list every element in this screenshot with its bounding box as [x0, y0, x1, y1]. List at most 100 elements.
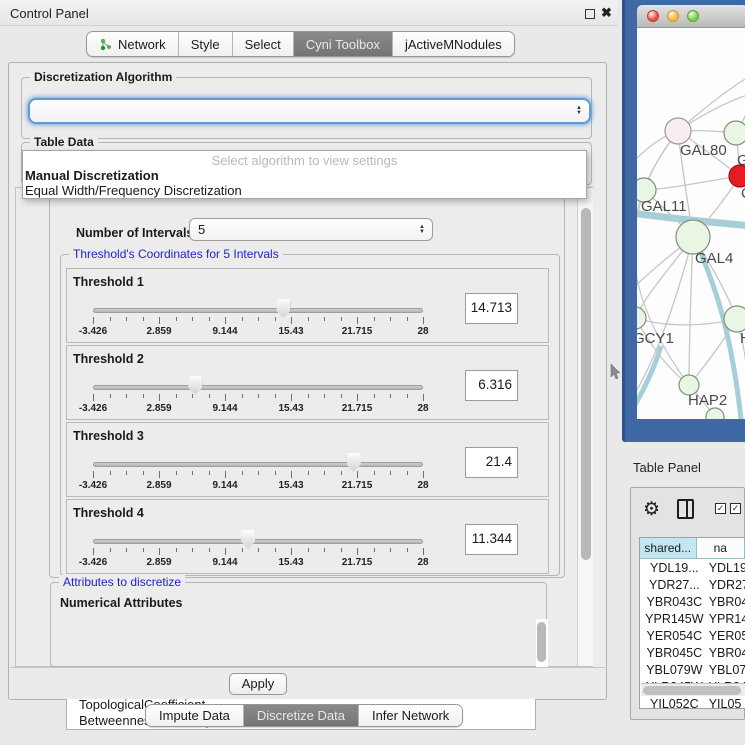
apply-button[interactable]: Apply: [229, 673, 287, 695]
tab-jactivemnodules[interactable]: jActiveMNodules: [393, 32, 514, 56]
threshold-slider-handle[interactable]: [188, 376, 202, 395]
main-scrollbar[interactable]: [577, 188, 593, 666]
threshold-value-field[interactable]: 11.344: [465, 524, 518, 555]
tick: [308, 317, 309, 321]
attributes-list-scrollbar[interactable]: [536, 619, 548, 667]
table-cell[interactable]: YIL052C: [640, 695, 709, 709]
network-edge-highlighted[interactable]: [637, 346, 661, 410]
table-cell[interactable]: YBR045C: [640, 644, 709, 661]
tick: [126, 471, 127, 475]
table-row[interactable]: YIL052CYIL05: [640, 695, 745, 709]
table-row[interactable]: YBR043CYBR04: [640, 593, 745, 610]
threshold-panel-3: Threshold 3-3.4262.8599.14415.4321.71528…: [66, 422, 549, 497]
node-label: GAL4: [695, 250, 733, 267]
table-cell[interactable]: YDL19: [709, 559, 745, 576]
table-cell[interactable]: YBL07: [709, 661, 745, 678]
column-header[interactable]: shared...: [640, 538, 697, 558]
algorithm-option[interactable]: Equal Width/Frequency Discretization: [23, 183, 586, 198]
algorithm-combobox[interactable]: ▲▼: [28, 98, 591, 124]
network-node[interactable]: [676, 220, 710, 254]
node-attribute-table[interactable]: shared...na YDL19...YDL19YDR27...YDR27YB…: [639, 537, 745, 709]
main-scrollbar-thumb[interactable]: [581, 208, 591, 560]
tick-label: 15.43: [278, 326, 303, 337]
table-row[interactable]: YBL079WYBL07: [640, 661, 745, 678]
table-cell[interactable]: YBR04: [709, 644, 745, 661]
table-cell[interactable]: YPR145W: [640, 610, 709, 627]
settings-gear-icon[interactable]: ⚙: [643, 498, 660, 521]
tab-style[interactable]: Style: [179, 32, 233, 56]
discretization-algorithm-title: Discretization Algorithm: [30, 70, 176, 84]
bottom-tab-discretize-data[interactable]: Discretize Data: [244, 705, 359, 726]
table-cell[interactable]: YDR27: [709, 576, 745, 593]
table-cell[interactable]: YDL19...: [640, 559, 709, 576]
tab-cyni-toolbox[interactable]: Cyni Toolbox: [294, 32, 393, 56]
threshold-value-field[interactable]: 14.713: [465, 293, 518, 324]
threshold-slider-track[interactable]: [93, 462, 423, 467]
close-light-icon[interactable]: [647, 10, 659, 22]
threshold-slider-handle[interactable]: [276, 299, 290, 318]
network-node[interactable]: [724, 306, 745, 332]
tick: [390, 471, 391, 475]
tab-network[interactable]: Network: [87, 32, 179, 56]
tick: [390, 317, 391, 321]
table-cell[interactable]: YER05: [709, 627, 745, 644]
close-icon[interactable]: ✖: [601, 5, 612, 21]
table-cell[interactable]: YER054C: [640, 627, 709, 644]
select-all-checkbox-icon[interactable]: ✓: [715, 503, 726, 514]
tab-select[interactable]: Select: [233, 32, 294, 56]
table-row[interactable]: YDR27...YDR27: [640, 576, 745, 593]
table-cell[interactable]: YBR04: [709, 593, 745, 610]
table-row[interactable]: YPR145WYPR14: [640, 610, 745, 627]
float-window-icon[interactable]: [585, 9, 595, 19]
table-cell[interactable]: YDR27...: [640, 576, 709, 593]
threshold-slider-track[interactable]: [93, 308, 423, 313]
bottom-tab-impute-data[interactable]: Impute Data: [146, 705, 244, 726]
algorithm-option[interactable]: Manual Discretization: [23, 168, 586, 183]
minimize-light-icon[interactable]: [667, 10, 679, 22]
number-of-intervals-spinner[interactable]: 5 ▲▼: [189, 218, 433, 241]
tick: [258, 394, 259, 398]
threshold-label: Threshold 1: [73, 275, 144, 289]
tick: [110, 394, 111, 398]
tick: [126, 394, 127, 398]
tick: [192, 548, 193, 552]
table-row[interactable]: YBR045CYBR04: [640, 644, 745, 661]
column-header[interactable]: na: [697, 538, 745, 558]
network-node[interactable]: [706, 408, 724, 419]
network-node[interactable]: [665, 118, 691, 144]
columns-icon[interactable]: [677, 499, 694, 519]
threshold-slider-track[interactable]: [93, 385, 423, 390]
threshold-slider-handle[interactable]: [347, 453, 361, 472]
table-cell[interactable]: YIL05: [709, 695, 745, 709]
tick: [159, 394, 160, 401]
tab-label: Network: [118, 37, 166, 52]
bottom-tab-infer-network[interactable]: Infer Network: [359, 705, 462, 726]
tick: [357, 317, 358, 324]
tick: [308, 394, 309, 398]
network-canvas[interactable]: GAL80GACGAL11GAL4GCY1HHAP2: [637, 28, 745, 419]
table-row[interactable]: YER054CYER05: [640, 627, 745, 644]
table-cell[interactable]: YBL079W: [640, 661, 709, 678]
table-row[interactable]: YDL19...YDL19: [640, 559, 745, 576]
table-cell[interactable]: YPR14: [709, 610, 745, 627]
network-node[interactable]: [724, 121, 745, 145]
network-edge[interactable]: [689, 237, 693, 385]
threshold-value-field[interactable]: 21.4: [465, 447, 518, 478]
network-node[interactable]: [637, 307, 646, 329]
network-window-titlebar[interactable]: [637, 5, 745, 28]
node-label: H: [740, 330, 745, 347]
tick: [110, 548, 111, 552]
threshold-slider-handle[interactable]: [241, 530, 255, 549]
table-cell[interactable]: YBR043C: [640, 593, 709, 610]
zoom-light-icon[interactable]: [687, 10, 699, 22]
mouse-cursor: [610, 364, 622, 380]
network-edge[interactable]: [644, 176, 740, 190]
table-hscrollbar[interactable]: [641, 683, 745, 696]
threshold-value-field[interactable]: 6.316: [465, 370, 518, 401]
tick: [176, 317, 177, 321]
threshold-slider-track[interactable]: [93, 539, 423, 544]
select-checkbox-icon[interactable]: ✓: [730, 503, 741, 514]
settings-scroll-viewport: Interval Definition Number of Intervals …: [15, 187, 593, 667]
numerical-attributes-label: Numerical Attributes: [60, 596, 182, 610]
tick-label: 21.715: [342, 326, 373, 337]
